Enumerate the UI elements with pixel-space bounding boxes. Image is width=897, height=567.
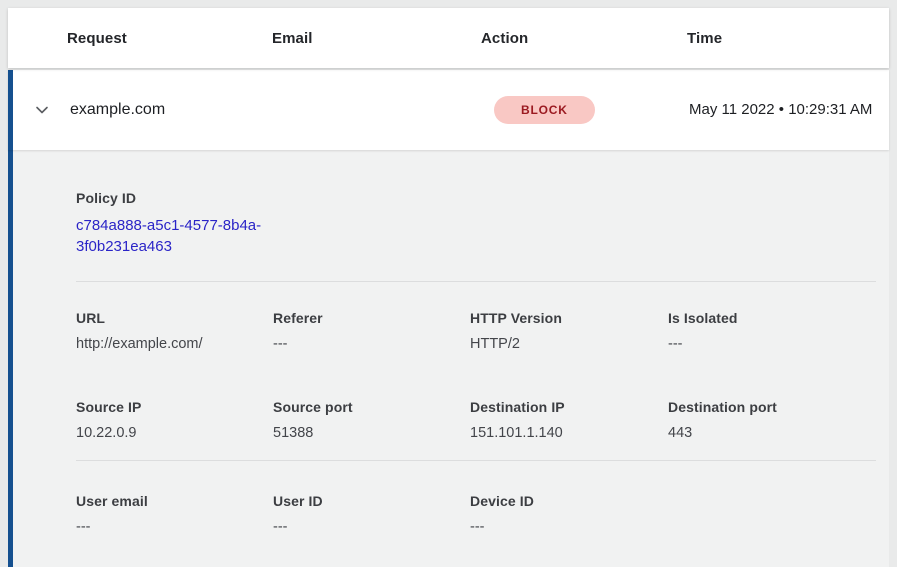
- field-user-id: User ID ---: [273, 493, 470, 535]
- detail-row-url: URL http://example.com/ Referer --- HTTP…: [76, 310, 876, 352]
- row-expander-cell: [13, 98, 70, 122]
- divider: [76, 460, 876, 461]
- field-label: HTTP Version: [470, 310, 668, 326]
- field-device-id: Device ID ---: [470, 493, 668, 535]
- row-request-value: example.com: [70, 101, 486, 119]
- row-action-cell: BLOCK: [486, 96, 689, 124]
- field-label: URL: [76, 310, 273, 326]
- field-destination-ip: Destination IP 151.101.1.140: [470, 399, 668, 441]
- field-value: ---: [76, 519, 273, 535]
- field-label: Destination port: [668, 399, 876, 415]
- field-value: ---: [273, 519, 470, 535]
- field-value: HTTP/2: [470, 336, 668, 352]
- field-empty: [668, 493, 876, 535]
- field-label: Source port: [273, 399, 470, 415]
- column-header-time: Time: [687, 30, 889, 47]
- field-label: Device ID: [470, 493, 668, 509]
- field-user-email: User email ---: [76, 493, 273, 535]
- divider: [76, 281, 876, 282]
- field-destination-port: Destination port 443: [668, 399, 876, 441]
- policy-id-label: Policy ID: [76, 190, 876, 206]
- field-source-ip: Source IP 10.22.0.9: [76, 399, 273, 441]
- column-header-action: Action: [481, 30, 687, 47]
- field-label: Is Isolated: [668, 310, 876, 326]
- row-time-value: May 11 2022 • 10:29:31 AM: [689, 98, 885, 122]
- log-details-panel: Policy ID c784a888-a5c1-4577-8b4a-3f0b23…: [8, 150, 889, 567]
- field-url: URL http://example.com/: [76, 310, 273, 352]
- gateway-log-viewer: Request Email Action Time example.com BL…: [0, 0, 897, 567]
- field-label: User email: [76, 493, 273, 509]
- field-value: ---: [273, 336, 470, 352]
- field-label: Destination IP: [470, 399, 668, 415]
- block-status-badge: BLOCK: [494, 96, 595, 124]
- field-referer: Referer ---: [273, 310, 470, 352]
- field-value: http://example.com/: [76, 336, 273, 352]
- field-value: ---: [470, 519, 668, 535]
- field-value: 443: [668, 425, 876, 441]
- field-source-port: Source port 51388: [273, 399, 470, 441]
- field-value: 51388: [273, 425, 470, 441]
- column-header-request: Request: [67, 30, 272, 47]
- field-label: Source IP: [76, 399, 273, 415]
- detail-row-user: User email --- User ID --- Device ID ---: [76, 493, 876, 535]
- log-table-header: Request Email Action Time: [8, 8, 889, 68]
- field-label: User ID: [273, 493, 470, 509]
- column-header-email: Email: [272, 30, 481, 47]
- field-value: 10.22.0.9: [76, 425, 273, 441]
- log-row-example-com[interactable]: example.com BLOCK May 11 2022 • 10:29:31…: [8, 70, 889, 150]
- detail-row-network: Source IP 10.22.0.9 Source port 51388 De…: [76, 399, 876, 441]
- chevron-down-icon[interactable]: [30, 98, 54, 122]
- field-label: Referer: [273, 310, 470, 326]
- field-value: 151.101.1.140: [470, 425, 668, 441]
- policy-id-section: Policy ID c784a888-a5c1-4577-8b4a-3f0b23…: [76, 190, 876, 257]
- field-http-version: HTTP Version HTTP/2: [470, 310, 668, 352]
- field-value: ---: [668, 336, 876, 352]
- policy-id-link[interactable]: c784a888-a5c1-4577-8b4a-3f0b231ea463: [76, 215, 288, 257]
- field-is-isolated: Is Isolated ---: [668, 310, 876, 352]
